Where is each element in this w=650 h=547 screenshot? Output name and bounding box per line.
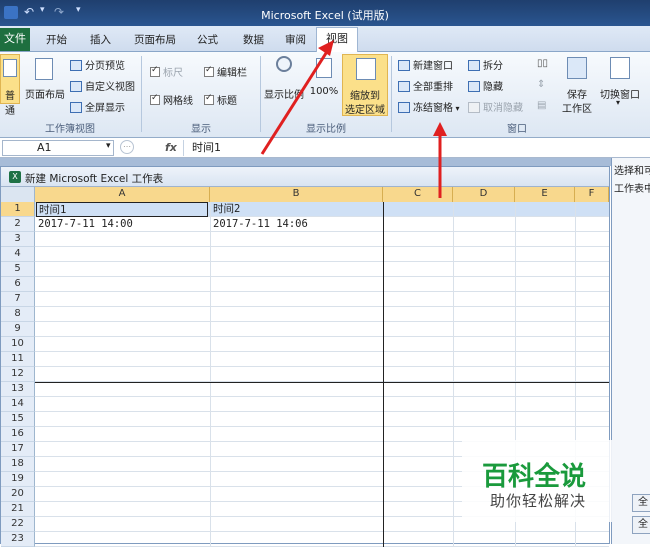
arrow-to-freeze-panes [433,122,447,198]
watermark-slogan: 助你轻松解决 [490,492,587,510]
arrow-to-view-tab [260,40,334,155]
watermark-brand: 百科全说 [482,462,587,492]
